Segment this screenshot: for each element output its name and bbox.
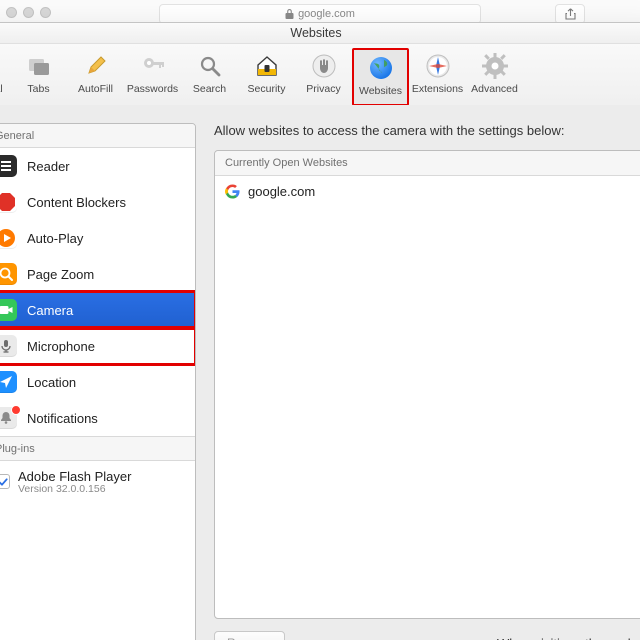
sidebar: General Reader Content Blockers (0, 123, 196, 640)
window-titlebar[interactable]: Websites (0, 23, 640, 44)
google-favicon (225, 184, 240, 199)
remove-button-label: Remove (227, 636, 272, 640)
zoom-icon (0, 263, 17, 285)
footer-text: When visiting other websit (497, 636, 640, 640)
share-button[interactable] (555, 4, 585, 24)
hand-icon (308, 50, 340, 82)
sidebar-item-label: Reader (27, 159, 70, 174)
sidebar-header-general: General (0, 124, 195, 148)
notification-badge (11, 405, 21, 415)
toolbar-tab-label: Passwords (127, 83, 178, 95)
parent-traffic-lights (6, 7, 51, 18)
globe-icon (365, 52, 397, 84)
key-icon (137, 50, 169, 82)
toolbar-tab-label: Privacy (306, 83, 340, 95)
sidebar-item-label: Camera (27, 303, 73, 318)
window-title: Websites (290, 26, 341, 40)
plugin-checkbox[interactable] (0, 474, 10, 489)
switches-icon (0, 50, 6, 82)
toolbar-tab-websites[interactable]: Websites (352, 48, 409, 106)
sidebar-item-notifications[interactable]: Notifications (0, 400, 195, 436)
preferences-toolbar: General Tabs AutoFill Passwords (0, 44, 640, 111)
lock-icon (285, 9, 294, 19)
toolbar-tab-search[interactable]: Search (181, 48, 238, 106)
sidebar-item-label: Auto-Play (27, 231, 83, 246)
website-host: google.com (248, 184, 315, 199)
toolbar-tab-extensions[interactable]: Extensions (409, 48, 466, 106)
sidebar-item-label: Page Zoom (27, 267, 94, 282)
toolbar-tab-label: AutoFill (78, 83, 113, 95)
camera-icon (0, 299, 17, 321)
search-icon (194, 50, 226, 82)
address-host: google.com (298, 8, 355, 20)
sidebar-item-label: Location (27, 375, 76, 390)
toolbar-tab-passwords[interactable]: Passwords (124, 48, 181, 106)
play-icon (0, 227, 17, 249)
sidebar-item-label: Notifications (27, 411, 98, 426)
sidebar-item-reader[interactable]: Reader (0, 148, 195, 184)
website-list-header: Currently Open Websites (215, 151, 640, 176)
website-list: Currently Open Websites google.com (214, 150, 640, 619)
toolbar-tab-label: Security (248, 83, 286, 95)
preferences-body: General Reader Content Blockers (0, 105, 640, 640)
location-icon (0, 371, 17, 393)
website-row[interactable]: google.com (215, 176, 640, 207)
main-headline: Allow websites to access the camera with… (214, 123, 640, 138)
plugin-name: Adobe Flash Player (18, 469, 131, 484)
sidebar-item-content-blockers[interactable]: Content Blockers (0, 184, 195, 220)
sidebar-item-microphone[interactable]: Microphone (0, 328, 195, 364)
preferences-window: Websites General Tabs AutoFill (0, 22, 640, 640)
sidebar-item-auto-play[interactable]: Auto-Play (0, 220, 195, 256)
tabs-icon (23, 50, 55, 82)
address-bar[interactable]: google.com (159, 4, 481, 24)
pencil-icon (80, 50, 112, 82)
toolbar-tab-label: Websites (359, 85, 402, 97)
compass-icon (422, 50, 454, 82)
sidebar-item-page-zoom[interactable]: Page Zoom (0, 256, 195, 292)
toolbar-tab-label: Search (193, 83, 226, 95)
reader-icon (0, 155, 17, 177)
sidebar-plugin-row[interactable]: Adobe Flash Player Version 32.0.0.156 (0, 461, 195, 503)
main-panel: Allow websites to access the camera with… (214, 123, 640, 640)
toolbar-tab-label: General (0, 83, 3, 95)
sidebar-header-plugins: Plug-ins (0, 436, 195, 461)
sidebar-item-label: Microphone (27, 339, 95, 354)
microphone-icon (0, 335, 17, 357)
sidebar-item-label: Content Blockers (27, 195, 126, 210)
sidebar-list-general: Reader Content Blockers Auto-Play (0, 148, 195, 436)
sidebar-item-location[interactable]: Location (0, 364, 195, 400)
stop-icon (0, 191, 17, 213)
toolbar-tab-label: Advanced (471, 83, 518, 95)
lock-house-icon (251, 50, 283, 82)
main-footer: Remove When visiting other websit (214, 631, 640, 640)
toolbar-tab-label: Tabs (27, 83, 49, 95)
plugin-version: Version 32.0.0.156 (18, 484, 131, 495)
remove-button[interactable]: Remove (214, 631, 285, 640)
gear-icon (479, 50, 511, 82)
toolbar-tab-general[interactable]: General (0, 48, 10, 106)
toolbar-tab-autofill[interactable]: AutoFill (67, 48, 124, 106)
sidebar-item-camera[interactable]: Camera (0, 292, 195, 328)
toolbar-tab-security[interactable]: Security (238, 48, 295, 106)
toolbar-tab-advanced[interactable]: Advanced (466, 48, 523, 106)
toolbar-tab-privacy[interactable]: Privacy (295, 48, 352, 106)
toolbar-tab-tabs[interactable]: Tabs (10, 48, 67, 106)
plugin-meta: Adobe Flash Player Version 32.0.0.156 (18, 469, 131, 495)
toolbar-tab-label: Extensions (412, 83, 463, 95)
